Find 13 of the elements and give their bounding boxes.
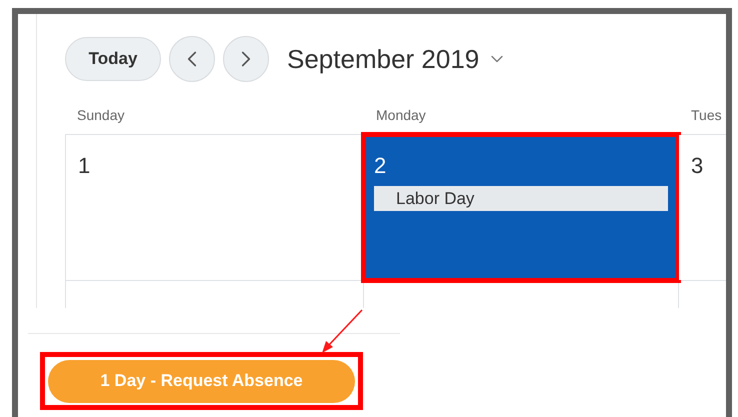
day-cell[interactable]: 2 Labor Day bbox=[364, 135, 679, 280]
today-button[interactable]: Today bbox=[65, 37, 161, 81]
event-bar[interactable]: Labor Day bbox=[374, 186, 668, 211]
month-dropdown[interactable]: September 2019 bbox=[287, 40, 508, 78]
day-cell[interactable] bbox=[65, 281, 364, 308]
weekday-label: Monday bbox=[376, 107, 426, 123]
day-number: 1 bbox=[78, 153, 90, 178]
day-number: 3 bbox=[691, 153, 704, 178]
day-number: 2 bbox=[374, 153, 386, 178]
previous-button[interactable] bbox=[169, 36, 215, 82]
weekday-label: Tues bbox=[691, 107, 722, 123]
weekday-label: Sunday bbox=[77, 107, 124, 123]
next-button[interactable] bbox=[223, 36, 269, 82]
